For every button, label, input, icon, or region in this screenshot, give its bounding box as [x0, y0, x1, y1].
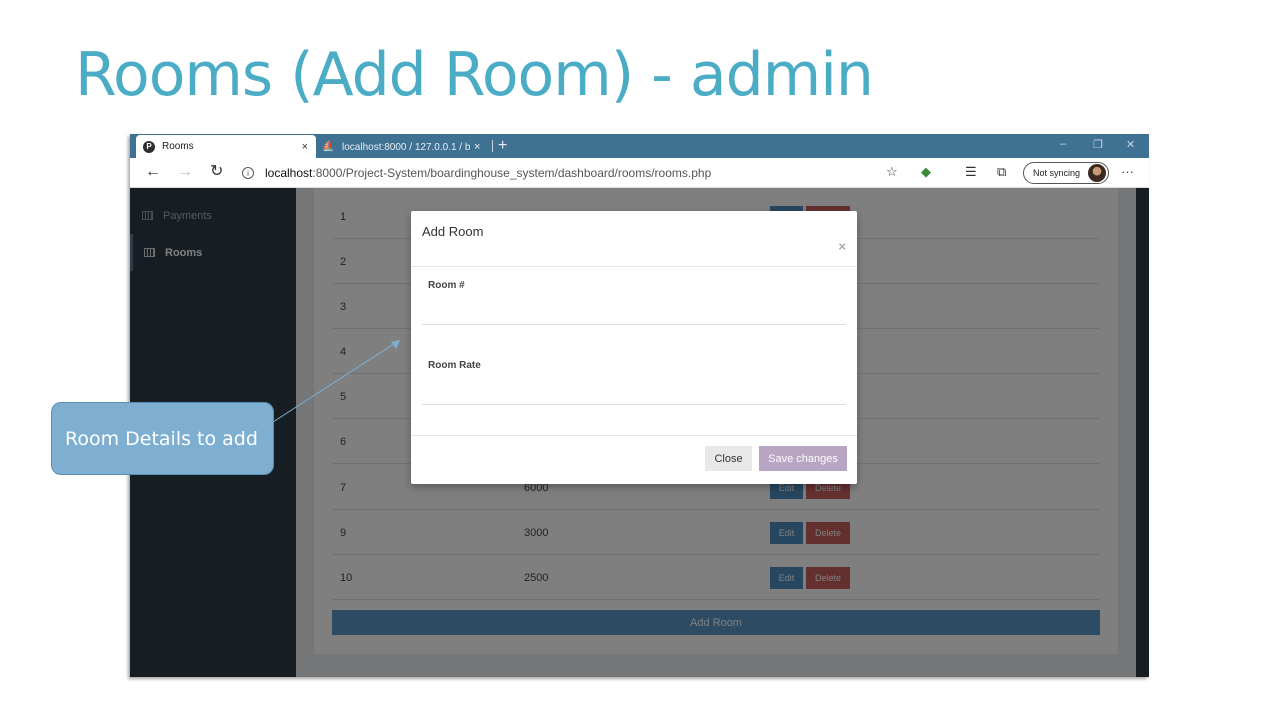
more-menu-icon[interactable]: ···	[1121, 164, 1134, 180]
modal-footer: Close Save changes	[411, 435, 857, 484]
slide-title: Rooms (Add Room) - admin	[75, 40, 874, 110]
favorite-star-icon[interactable]: ☆	[886, 164, 898, 180]
browser-window: P Rooms × ⛵ localhost:8000 / 127.0.0.1 /…	[130, 134, 1149, 677]
url-path: :8000/Project-System/boardinghouse_syste…	[312, 166, 712, 180]
callout-text: Room Details to add	[65, 427, 258, 450]
refresh-icon[interactable]: ↻	[210, 163, 223, 181]
forward-icon[interactable]: →	[177, 163, 193, 181]
minimize-icon[interactable]: –	[1060, 138, 1066, 150]
room-rate-input[interactable]	[422, 383, 846, 405]
room-number-label: Room #	[428, 280, 465, 291]
url-field[interactable]: i localhost:8000/Project-System/boarding…	[238, 162, 908, 184]
modal-header: Add Room ×	[411, 211, 857, 267]
tab-bar: P Rooms × ⛵ localhost:8000 / 127.0.0.1 /…	[130, 134, 1149, 158]
new-tab-button[interactable]: +	[498, 136, 507, 156]
modal-title: Add Room	[422, 224, 484, 239]
close-icon[interactable]: ×	[838, 239, 846, 254]
save-changes-button[interactable]: Save changes	[759, 446, 847, 471]
close-window-icon[interactable]: ✕	[1126, 138, 1135, 151]
sync-label: Not syncing	[1033, 168, 1081, 178]
phpmyadmin-favicon-icon: ⛵	[322, 141, 335, 152]
favorites-list-icon[interactable]: ☰	[965, 164, 977, 180]
close-button[interactable]: Close	[705, 446, 752, 471]
extension-icon[interactable]: ◆	[921, 164, 931, 180]
back-icon[interactable]: ←	[145, 163, 161, 181]
restore-icon[interactable]: ❐	[1093, 138, 1103, 151]
profile-sync-button[interactable]: Not syncing	[1023, 162, 1109, 184]
callout-box: Room Details to add	[51, 402, 274, 475]
tab-close-icon[interactable]: ×	[474, 141, 480, 153]
tab-favicon-icon: P	[143, 140, 155, 153]
tab-close-icon[interactable]: ×	[302, 141, 308, 153]
tab-label: localhost:8000 / 127.0.0.1 / boar	[342, 141, 470, 153]
room-rate-label: Room Rate	[428, 360, 481, 371]
tab-separator	[492, 140, 493, 152]
add-room-modal: Add Room × Room # Room Rate Close Save c…	[411, 211, 857, 484]
tab-label: Rooms	[162, 141, 194, 152]
avatar	[1088, 164, 1106, 182]
collections-icon[interactable]: ⧉	[997, 164, 1006, 180]
url-host: localhost	[265, 166, 313, 180]
page-content: Payments Rooms 1 5500 Edit Delete 2	[130, 188, 1149, 677]
tab-rooms[interactable]: P Rooms ×	[136, 135, 316, 158]
info-icon[interactable]: i	[242, 167, 254, 179]
slide: Rooms (Add Room) - admin P Rooms × ⛵ loc…	[0, 0, 1280, 720]
tab-phpmyadmin[interactable]: ⛵ localhost:8000 / 127.0.0.1 / boar ×	[316, 136, 492, 158]
room-number-input[interactable]	[422, 303, 846, 325]
address-bar: ← → ↻ i localhost:8000/Project-System/bo…	[130, 158, 1149, 188]
